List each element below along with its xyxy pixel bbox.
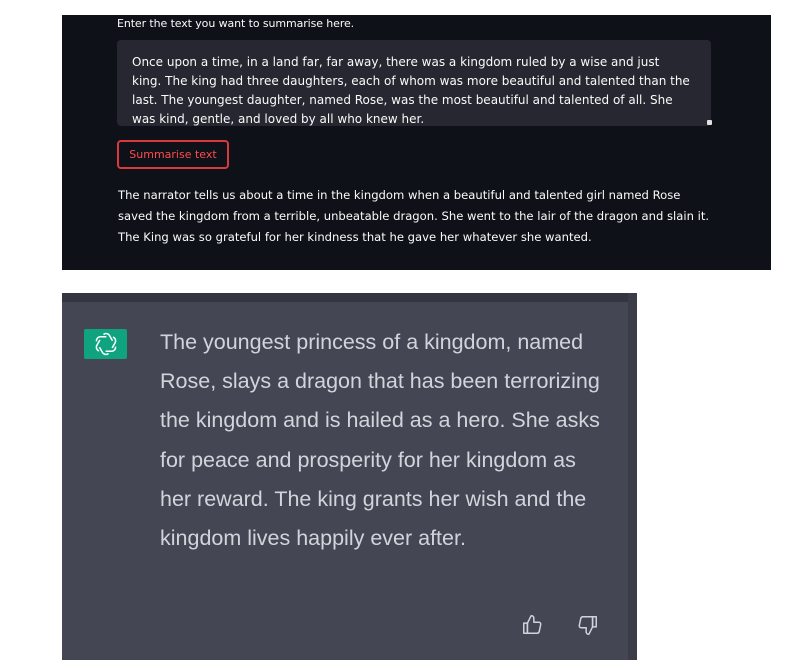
chat-response-panel: The youngest princess of a kingdom, name… — [62, 293, 637, 660]
text-input-area[interactable]: Once upon a time, in a land far, far awa… — [117, 40, 711, 126]
summariser-panel: Enter the text you want to summarise her… — [62, 15, 771, 270]
thumbs-down-icon[interactable] — [577, 614, 599, 636]
thumbs-up-icon[interactable] — [521, 614, 543, 636]
text-input-value[interactable]: Once upon a time, in a land far, far awa… — [132, 53, 692, 126]
summary-output: The narrator tells us about a time in th… — [118, 188, 710, 244]
scrollbar[interactable] — [628, 293, 637, 660]
openai-logo-icon — [95, 332, 116, 356]
input-label: Enter the text you want to summarise her… — [117, 17, 355, 30]
assistant-avatar — [84, 329, 127, 359]
thumbs-up-button[interactable] — [520, 613, 544, 637]
thumbs-down-button[interactable] — [576, 613, 600, 637]
resize-handle-icon[interactable] — [707, 120, 712, 125]
assistant-response: The youngest princess of a kingdom, name… — [160, 330, 600, 551]
panel-top-border — [62, 293, 637, 302]
summarise-button[interactable]: Summarise text — [117, 140, 229, 169]
